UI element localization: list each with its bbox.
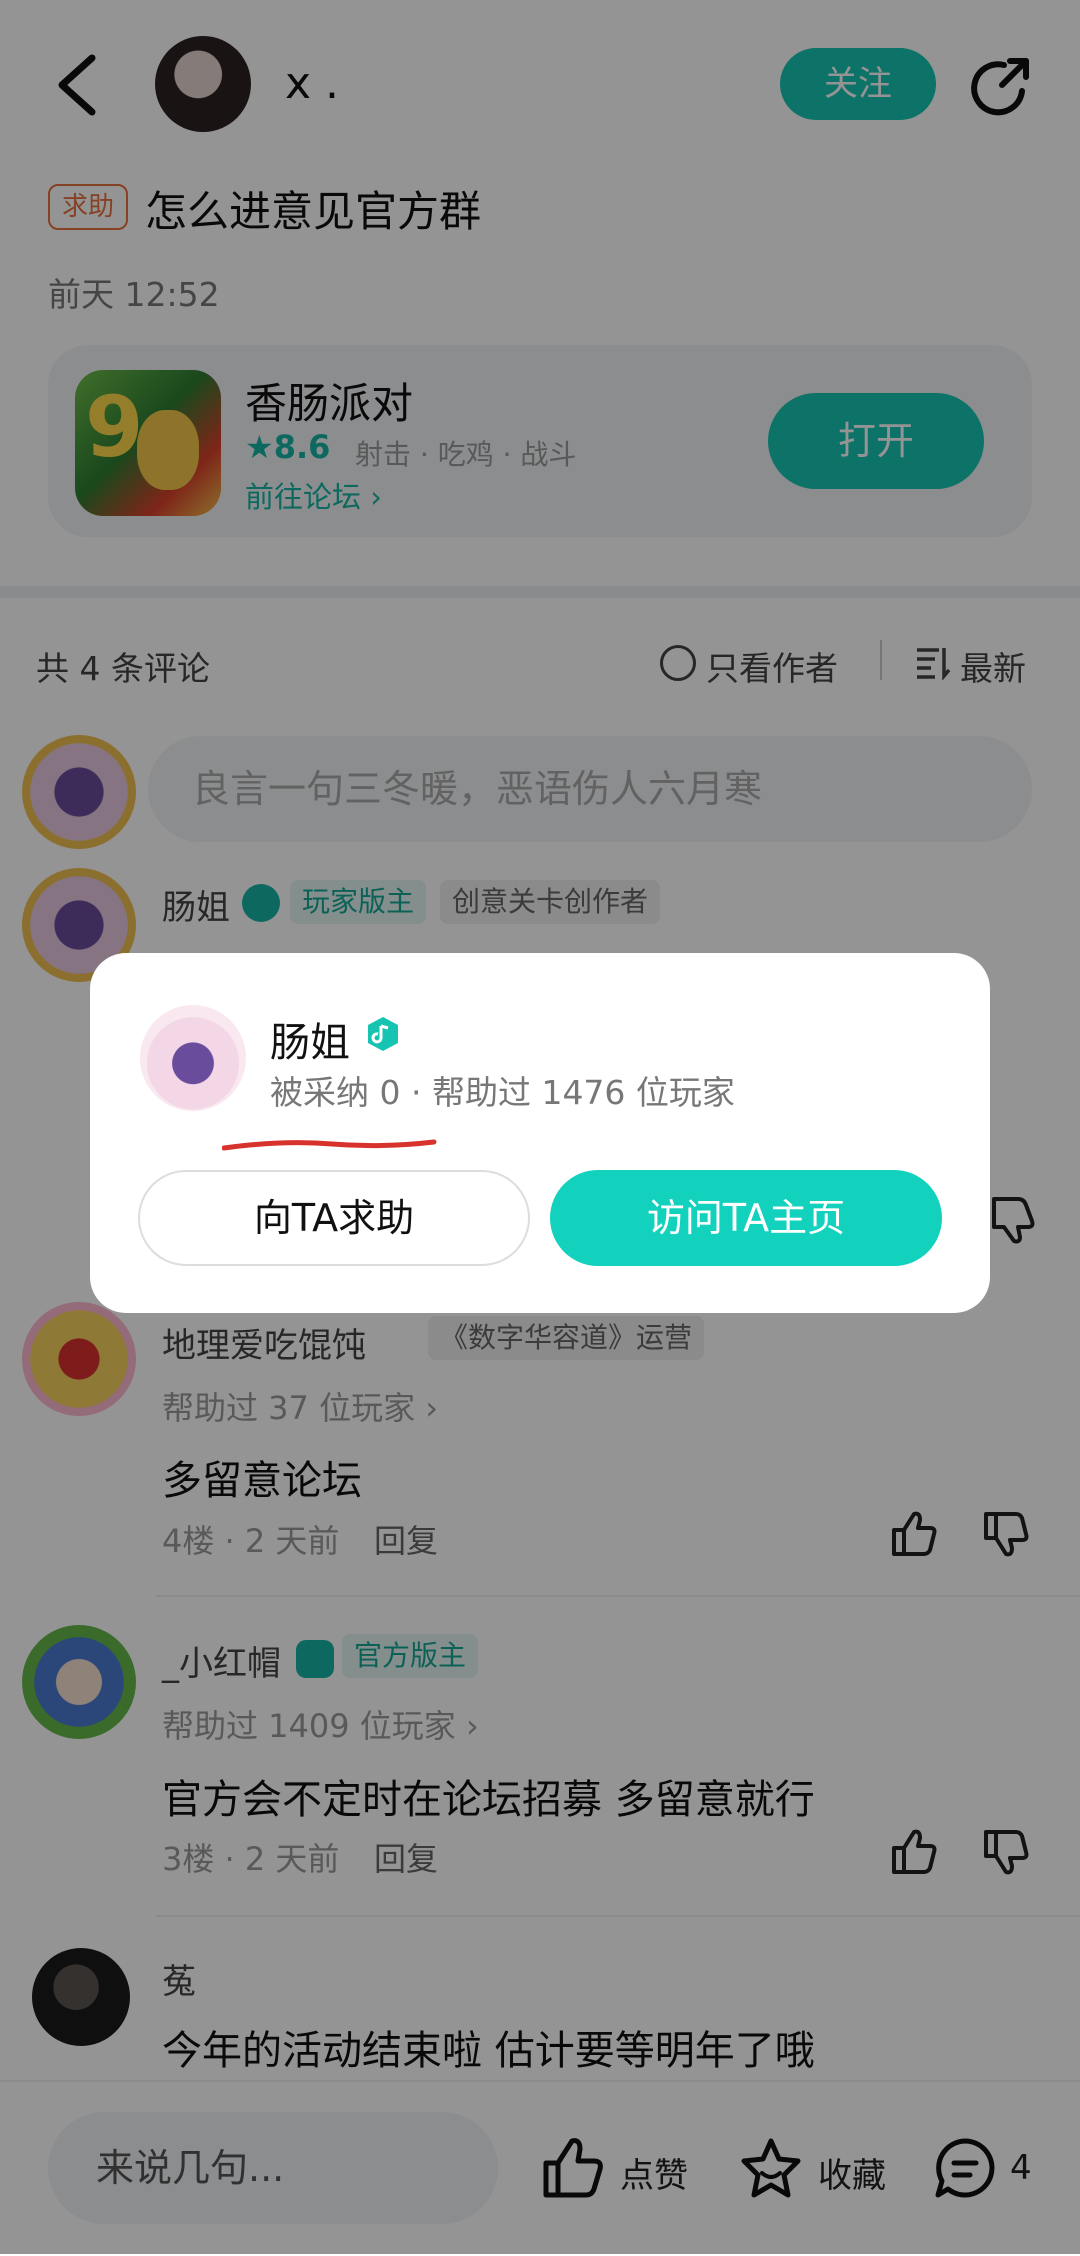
popup-avatar[interactable] bbox=[140, 1005, 246, 1111]
page: x . 关注 求助 怎么进意见官方群 前天 12:52 9 香肠派对 ★8.6 … bbox=[0, 0, 1080, 2256]
visit-profile-button[interactable]: 访问TA主页 bbox=[550, 1170, 942, 1266]
red-annotation-underline bbox=[222, 1139, 437, 1151]
popup-stats: 被采纳 0 · 帮助过 1476 位玩家 bbox=[270, 1073, 735, 1112]
verified-note-icon bbox=[368, 1017, 398, 1051]
popup-username: 肠姐 bbox=[270, 1020, 350, 1066]
ask-for-help-button[interactable]: 向TA求助 bbox=[138, 1170, 530, 1266]
